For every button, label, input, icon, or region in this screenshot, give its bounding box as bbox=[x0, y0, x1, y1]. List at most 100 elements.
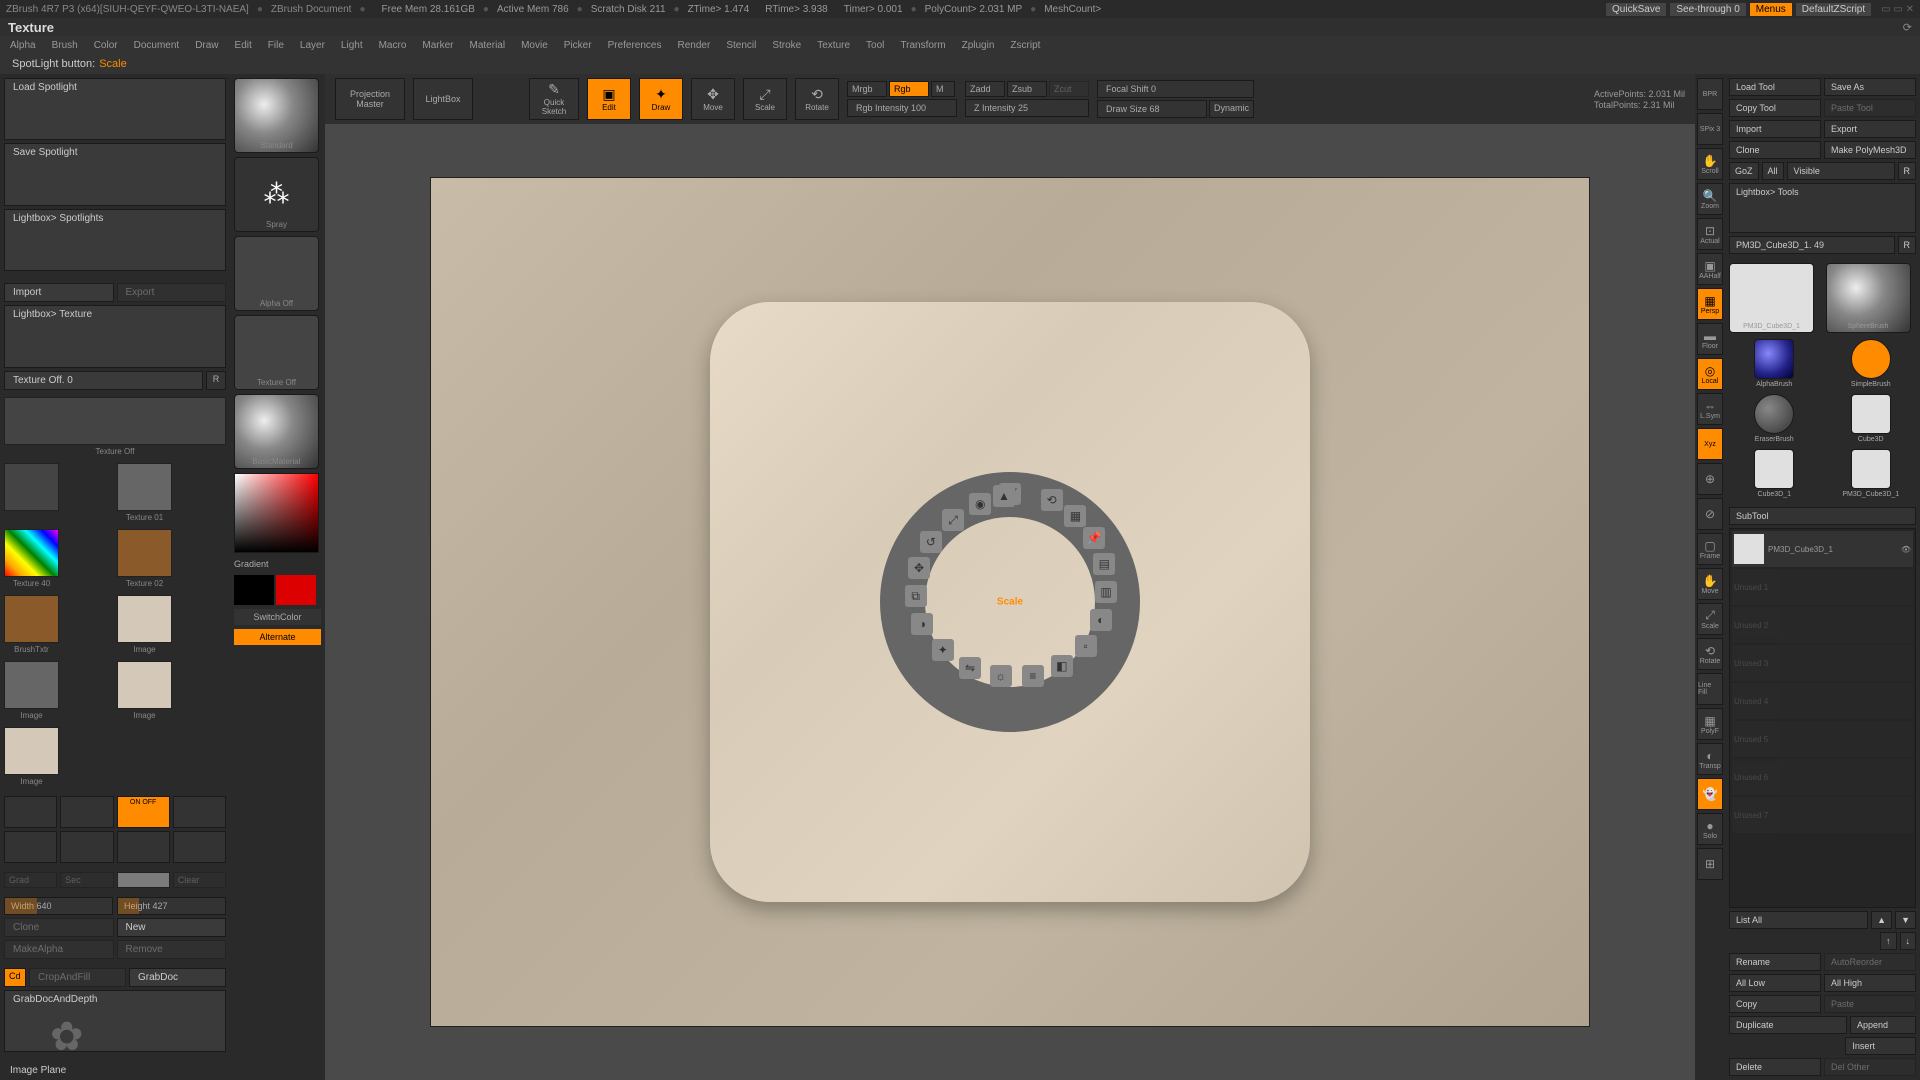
quicksketch-button[interactable]: ✎Quick Sketch bbox=[529, 78, 579, 120]
texture-off-slider[interactable]: Texture Off. 0 bbox=[4, 371, 203, 390]
menu-item[interactable]: Stencil bbox=[726, 40, 756, 51]
subtool-header[interactable]: SubTool bbox=[1729, 507, 1916, 525]
menu-item[interactable]: Edit bbox=[235, 40, 252, 51]
menu-item[interactable]: Zplugin bbox=[962, 40, 995, 51]
texture-thumb[interactable]: Texture 40 bbox=[4, 529, 59, 577]
persp-button[interactable]: ▦Persp bbox=[1697, 288, 1723, 320]
paste-button[interactable]: Paste bbox=[1824, 995, 1916, 1013]
duplicate-button[interactable]: Duplicate bbox=[1729, 1016, 1847, 1034]
refresh-icon[interactable]: ⟳ bbox=[1903, 21, 1912, 34]
spotlight-clone-icon[interactable]: ⧉ bbox=[905, 585, 927, 607]
goz-visible-button[interactable]: Visible bbox=[1787, 162, 1895, 180]
texture-thumb[interactable]: Image bbox=[117, 661, 172, 709]
focal-shift-slider[interactable]: Focal Shift 0 bbox=[1097, 80, 1254, 98]
tool-thumb[interactable] bbox=[1754, 394, 1794, 434]
clone-button[interactable]: Clone bbox=[1729, 141, 1821, 159]
z-intensity-slider[interactable]: Z Intensity 25 bbox=[965, 99, 1089, 117]
grabdocdepth-button[interactable]: GrabDocAndDepth bbox=[4, 990, 226, 1052]
save-spotlight-button[interactable]: Save Spotlight bbox=[4, 143, 226, 205]
canvas[interactable]: Scale 🖌 ⟲ ▦ 📌 ▤ ▥ ◐ ▫ ◧ ≡ ☼ ⇋ ✦ bbox=[430, 177, 1590, 1027]
spix-slider[interactable]: SPix 3 bbox=[1697, 113, 1723, 145]
menu-item[interactable]: Marker bbox=[422, 40, 453, 51]
subtool-item[interactable]: PM3D_Cube3D_1 👁 bbox=[1732, 531, 1913, 567]
linefill-button[interactable]: Line Fill bbox=[1697, 673, 1723, 705]
grad-button[interactable]: Grad bbox=[4, 872, 57, 888]
zoom-button[interactable]: 🔍Zoom bbox=[1697, 183, 1723, 215]
append-button[interactable]: Append bbox=[1850, 1016, 1916, 1034]
spotlight-opacity-icon[interactable]: ◐ bbox=[1090, 609, 1112, 631]
scroll-button[interactable]: ✋Scroll bbox=[1697, 148, 1723, 180]
menu-item[interactable]: Picker bbox=[564, 40, 592, 51]
action-button[interactable] bbox=[173, 831, 226, 863]
tool-thumb[interactable] bbox=[1754, 339, 1794, 379]
spotlight-contrast-icon[interactable]: ◑ bbox=[911, 613, 933, 635]
rotate-button[interactable]: ⟲Rotate bbox=[795, 78, 839, 120]
makealpha-button[interactable]: MakeAlpha bbox=[4, 940, 114, 959]
cropfill-button[interactable]: CropAndFill bbox=[29, 968, 126, 987]
rgb-intensity-slider[interactable]: Rgb Intensity 100 bbox=[847, 99, 957, 117]
import-button[interactable]: Import bbox=[4, 283, 114, 302]
remove-button[interactable]: Remove bbox=[117, 940, 227, 959]
clone-button[interactable]: Clone bbox=[4, 918, 114, 937]
r-button[interactable]: R bbox=[206, 371, 226, 390]
save-as-button[interactable]: Save As bbox=[1824, 78, 1916, 96]
eye-icon[interactable]: 👁 bbox=[1901, 545, 1911, 554]
texture-thumb[interactable]: Texture 01 bbox=[117, 463, 172, 511]
menu-item[interactable]: Tool bbox=[866, 40, 884, 51]
texture-thumb[interactable]: Texture Off bbox=[4, 397, 226, 445]
polyf-button[interactable]: ▦PolyF bbox=[1697, 708, 1723, 740]
menus-button[interactable]: Menus bbox=[1750, 3, 1792, 16]
lightbox-tools-button[interactable]: Lightbox> Tools bbox=[1729, 183, 1916, 233]
spotlight-spot-icon[interactable]: ◉ bbox=[969, 493, 991, 515]
cd-button[interactable]: Cd bbox=[4, 968, 26, 987]
rgb-button[interactable]: Rgb bbox=[889, 81, 929, 97]
primary-color[interactable] bbox=[276, 575, 316, 605]
export-button[interactable]: Export bbox=[117, 283, 227, 302]
all-high-button[interactable]: All High bbox=[1824, 974, 1916, 992]
action-button[interactable] bbox=[117, 831, 170, 863]
color-picker[interactable] bbox=[234, 473, 319, 553]
spotlight-grid-icon[interactable]: ▦ bbox=[1064, 505, 1086, 527]
switchcolor-button[interactable]: SwitchColor bbox=[234, 609, 321, 625]
menu-item[interactable]: Macro bbox=[379, 40, 407, 51]
spotlight-scale-icon[interactable]: ⤢ bbox=[942, 509, 964, 531]
goz-r-button[interactable]: R bbox=[1898, 162, 1917, 180]
del-other-button[interactable]: Del Other bbox=[1824, 1058, 1916, 1076]
solo-button[interactable]: ●Solo bbox=[1697, 813, 1723, 845]
tool-thumb[interactable] bbox=[1851, 339, 1891, 379]
listall-button[interactable]: List All bbox=[1729, 911, 1868, 929]
spotlight-saturation-icon[interactable]: ≡ bbox=[1022, 665, 1044, 687]
spotlight-restore-icon[interactable]: ↺ bbox=[920, 531, 942, 553]
texture-thumb[interactable]: BrushTxtr bbox=[4, 595, 59, 643]
action-button[interactable] bbox=[173, 796, 226, 828]
onoff-button[interactable]: ON OFF bbox=[117, 796, 170, 828]
tool-thumb[interactable]: SphereBrush bbox=[1826, 263, 1911, 333]
autoreorder-button[interactable]: AutoReorder bbox=[1824, 953, 1916, 971]
spotlight-nudge-icon[interactable]: ✥ bbox=[908, 557, 930, 579]
seethrough-slider[interactable]: See-through 0 bbox=[1670, 3, 1745, 16]
tool-thumb[interactable] bbox=[1754, 449, 1794, 489]
spotlight-tile-icon[interactable]: ▤ bbox=[1093, 553, 1115, 575]
stroke-thumb[interactable]: ⁂Spray bbox=[234, 157, 319, 232]
goz-button[interactable]: GoZ bbox=[1729, 162, 1759, 180]
image-plane-section[interactable]: Image Plane bbox=[4, 1065, 226, 1076]
lightbox-texture-button[interactable]: Lightbox> Texture bbox=[4, 305, 226, 367]
texture-thumb[interactable]: Texture Off bbox=[234, 315, 319, 390]
spotlight-flip-icon[interactable]: ⇋ bbox=[959, 657, 981, 679]
menu-item[interactable]: Document bbox=[134, 40, 180, 51]
menu-item[interactable]: Brush bbox=[52, 40, 78, 51]
menu-item[interactable]: Material bbox=[470, 40, 506, 51]
quicksave-button[interactable]: QuickSave bbox=[1606, 3, 1666, 16]
tool-r-button[interactable]: R bbox=[1898, 236, 1917, 254]
main-color[interactable] bbox=[117, 872, 170, 888]
mrgb-button[interactable]: Mrgb bbox=[847, 81, 887, 97]
menu-item[interactable]: Color bbox=[94, 40, 118, 51]
edit-button[interactable]: ▣Edit bbox=[587, 78, 631, 120]
delete-button[interactable]: Delete bbox=[1729, 1058, 1821, 1076]
all-low-button[interactable]: All Low bbox=[1729, 974, 1821, 992]
move-nav-button[interactable]: ✋Move bbox=[1697, 568, 1723, 600]
goz-all-button[interactable]: All bbox=[1762, 162, 1784, 180]
action-button[interactable] bbox=[4, 796, 57, 828]
texture-thumb[interactable] bbox=[4, 463, 59, 511]
move-down-icon[interactable]: ▼ bbox=[1895, 911, 1916, 929]
